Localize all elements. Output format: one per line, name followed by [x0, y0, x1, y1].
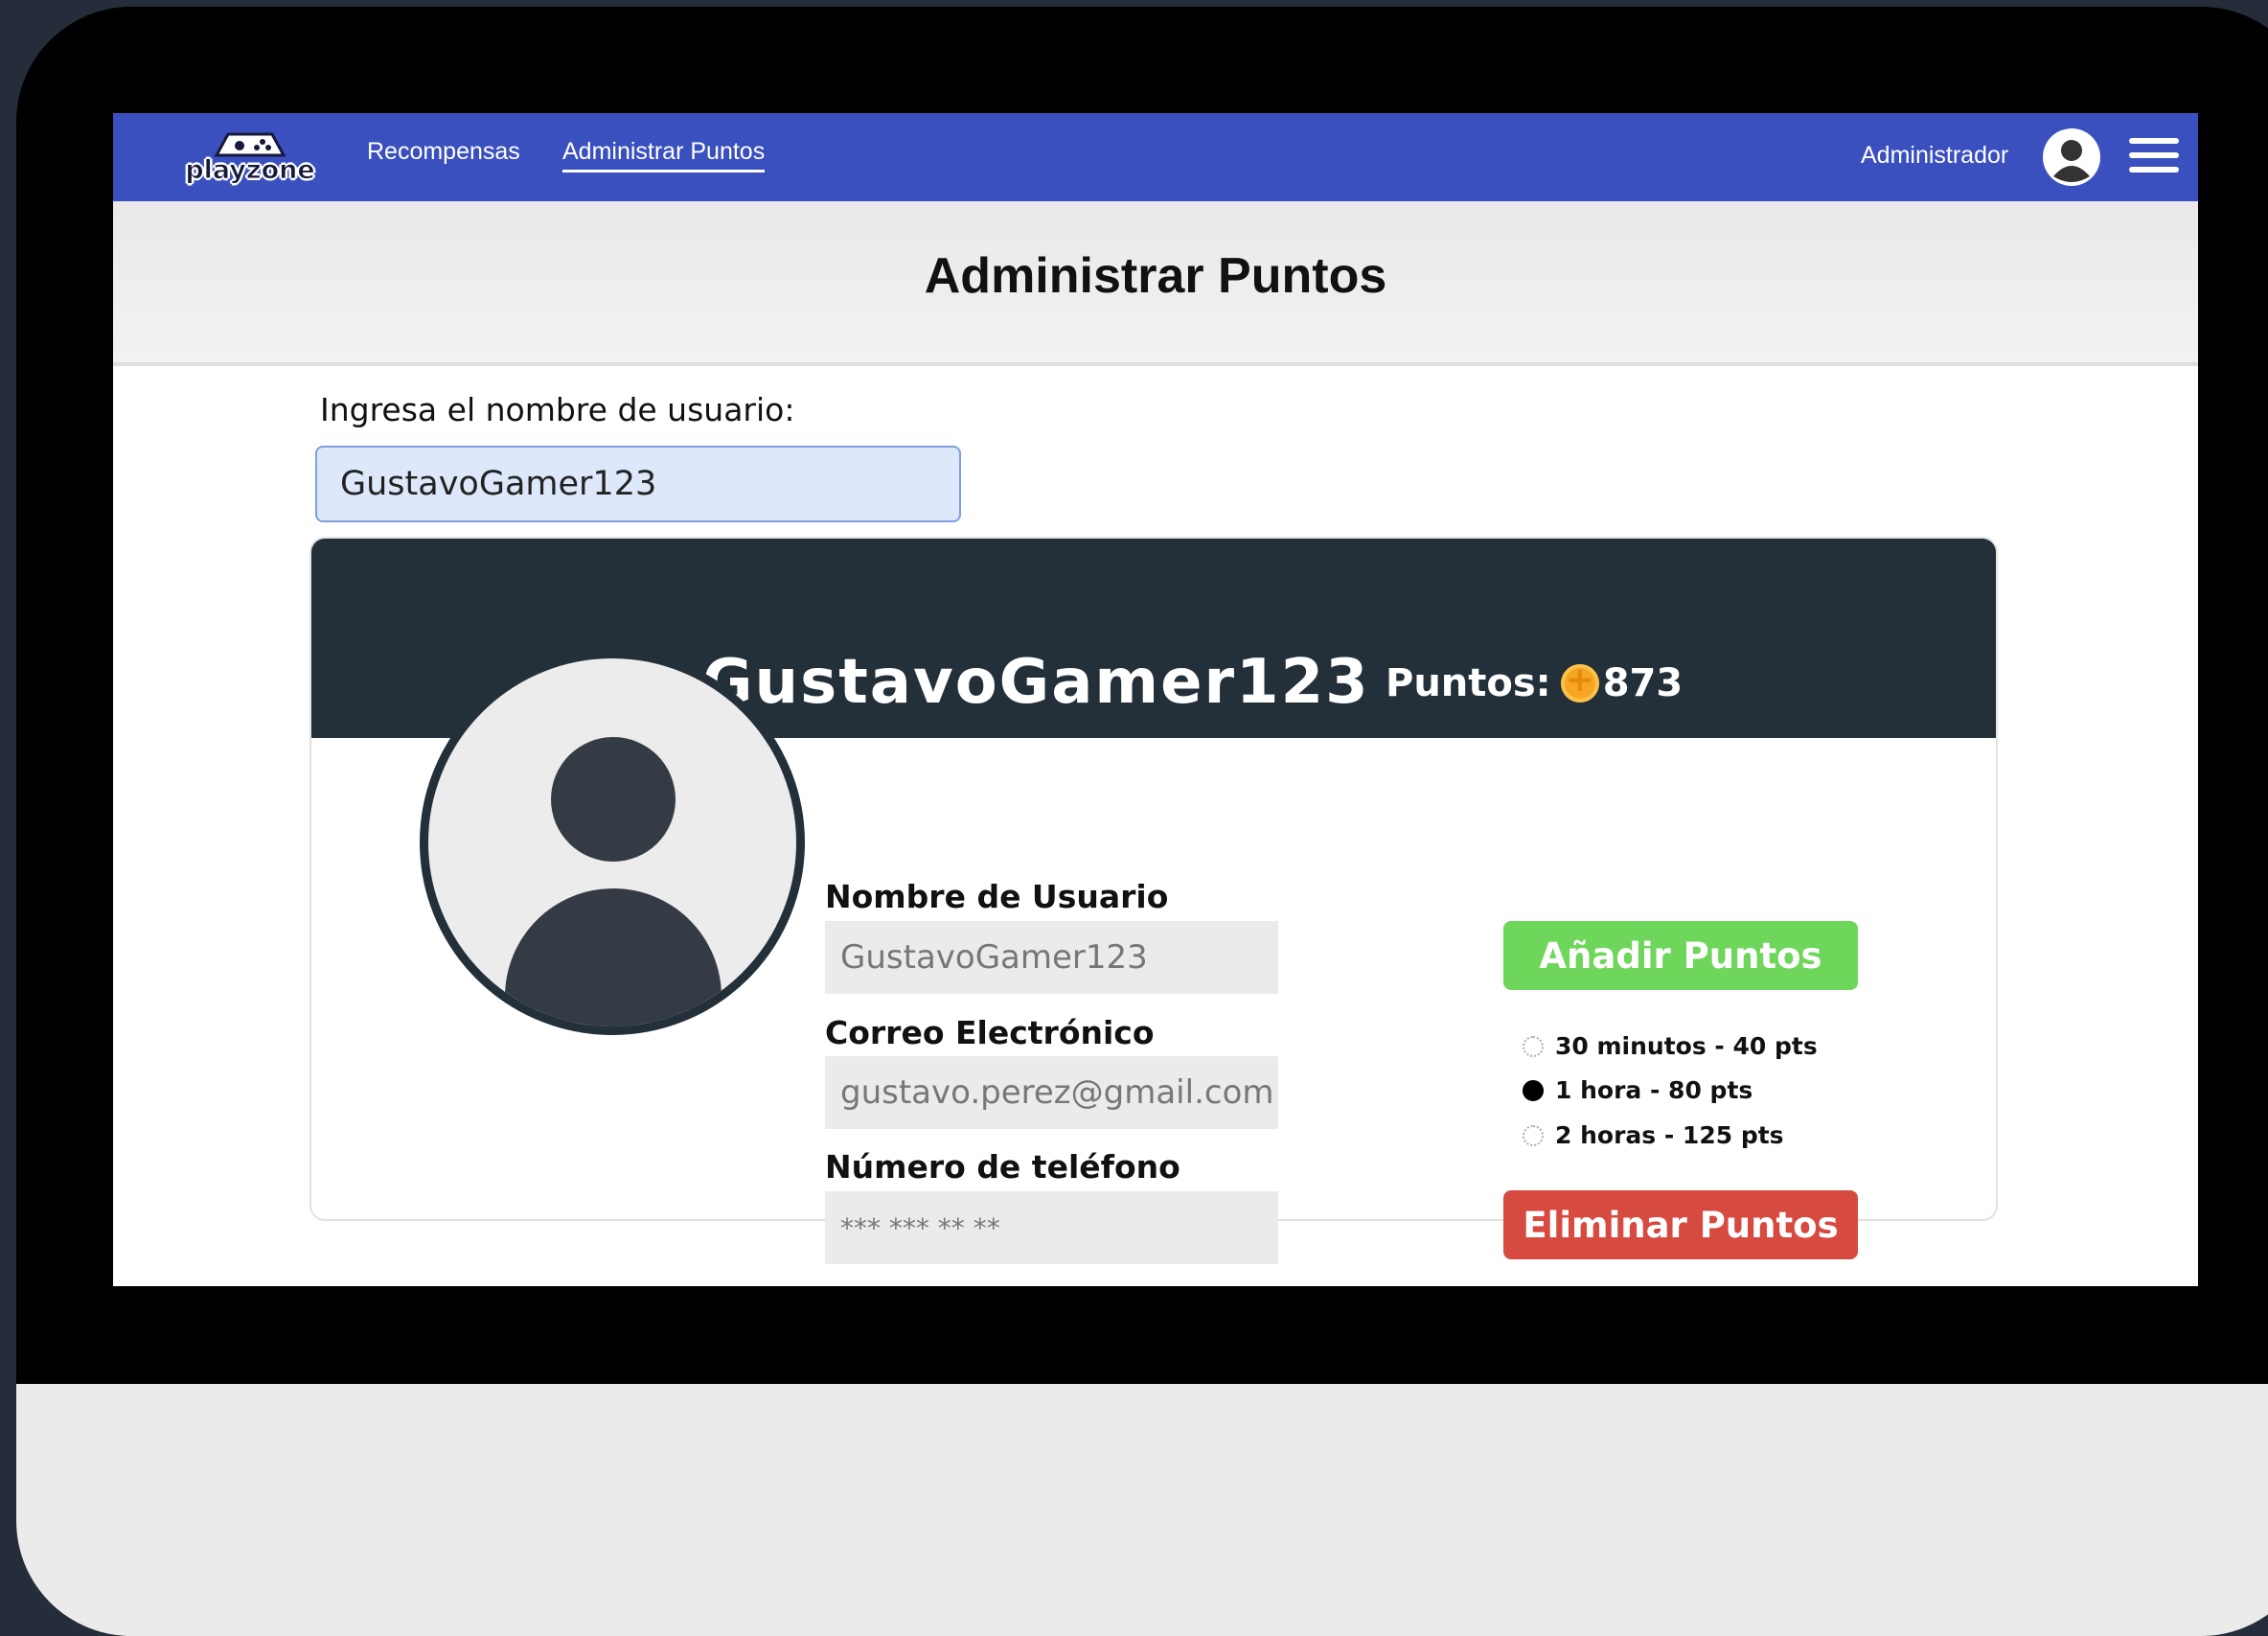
- radio-icon[interactable]: [1523, 1035, 1544, 1057]
- nav-link-recompensas[interactable]: Recompensas: [367, 138, 520, 166]
- app-screen: playzone Recompensas Administrar Puntos …: [113, 113, 2198, 1286]
- field-email[interactable]: gustavo.perez@gmail.com: [825, 1056, 1278, 1129]
- radio-icon[interactable]: [1523, 1124, 1544, 1146]
- option-label: 2 horas - 125 pts: [1555, 1121, 1784, 1149]
- points-label: Puntos:: [1386, 661, 1551, 705]
- username-search-input[interactable]: [315, 446, 961, 522]
- option-label: 30 minutos - 40 pts: [1555, 1032, 1818, 1060]
- option-1-hora[interactable]: 1 hora - 80 pts: [1523, 1076, 1753, 1104]
- nav-link-administrar-puntos[interactable]: Administrar Puntos: [562, 138, 766, 173]
- user-avatar-icon[interactable]: [2043, 128, 2100, 186]
- option-label: 1 hora - 80 pts: [1555, 1076, 1753, 1104]
- device-chin: [16, 1384, 2268, 1636]
- remove-points-button[interactable]: Eliminar Puntos: [1503, 1190, 1858, 1259]
- field-phone[interactable]: *** *** ** **: [825, 1191, 1278, 1264]
- points-value: 873: [1602, 661, 1684, 705]
- title-band: Administrar Puntos: [113, 201, 2198, 366]
- page-title: Administrar Puntos: [924, 248, 1387, 304]
- add-points-button[interactable]: Añadir Puntos: [1503, 921, 1858, 990]
- profile-username: GustavoGamer123: [702, 647, 1370, 718]
- field-username[interactable]: GustavoGamer123: [825, 921, 1278, 994]
- navbar: playzone Recompensas Administrar Puntos …: [113, 113, 2198, 201]
- field-label-email: Correo Electrónico: [825, 1014, 1155, 1051]
- field-label-username: Nombre de Usuario: [825, 878, 1169, 915]
- admin-label: Administrador: [1861, 142, 2009, 169]
- profile-avatar-icon: [420, 650, 805, 1035]
- radio-checked-icon[interactable]: [1523, 1079, 1544, 1101]
- option-2-horas[interactable]: 2 horas - 125 pts: [1523, 1121, 1784, 1149]
- playzone-logo[interactable]: playzone: [178, 127, 322, 188]
- field-label-phone: Número de teléfono: [825, 1148, 1180, 1186]
- logo-text: playzone: [185, 155, 315, 186]
- hamburger-menu-icon[interactable]: [2129, 138, 2179, 176]
- option-30-min[interactable]: 30 minutos - 40 pts: [1523, 1032, 1818, 1060]
- points-display: Puntos: 873: [1386, 660, 1684, 705]
- username-search-label: Ingresa el nombre de usuario:: [320, 391, 795, 428]
- coin-icon: [1560, 660, 1599, 703]
